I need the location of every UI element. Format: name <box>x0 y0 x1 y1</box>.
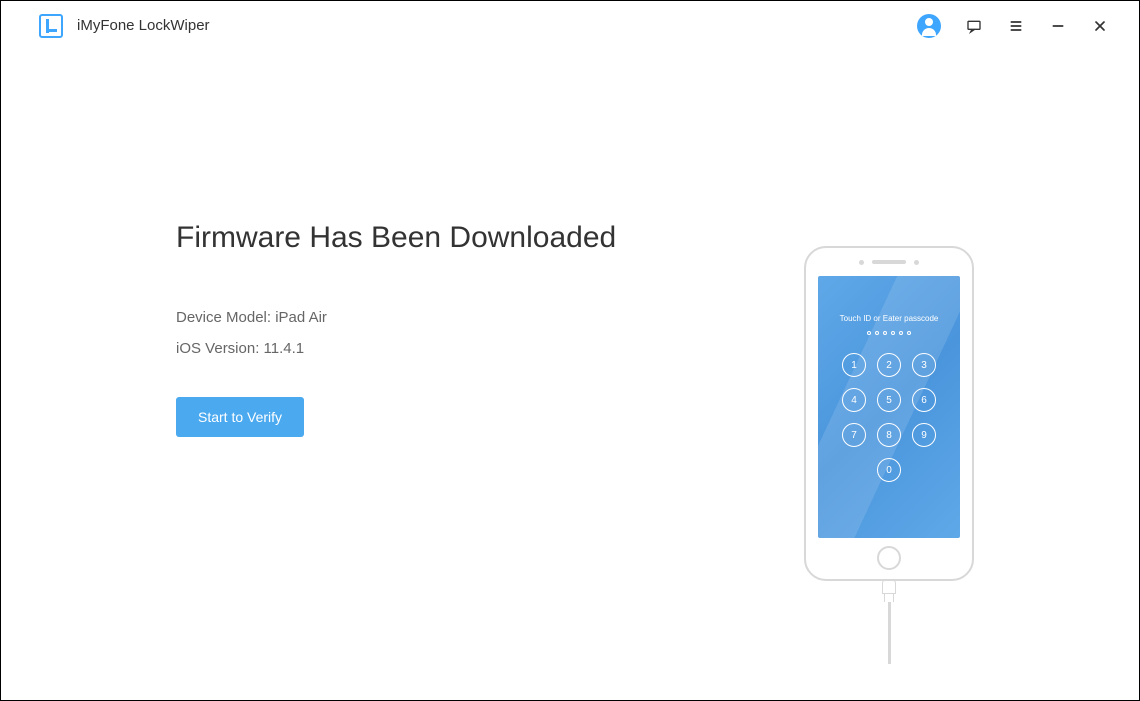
cable-connector-icon <box>882 580 896 594</box>
key-3: 3 <box>912 353 936 377</box>
right-panel: Touch ID or Eater passcode 1 2 3 4 <box>739 221 1039 700</box>
app-logo-icon <box>39 14 63 38</box>
key-5: 5 <box>877 388 901 412</box>
key-2: 2 <box>877 353 901 377</box>
phone-top <box>859 248 919 276</box>
cable-wire-icon <box>888 602 891 664</box>
home-button-icon <box>877 546 901 570</box>
device-model-row: Device Model: iPad Air <box>176 309 739 326</box>
dot-icon <box>907 331 911 335</box>
app-title: iMyFone LockWiper <box>77 17 210 34</box>
menu-icon[interactable] <box>1007 17 1025 35</box>
passcode-dots <box>867 331 911 335</box>
phone-camera-icon <box>859 260 864 265</box>
key-8: 8 <box>877 423 901 447</box>
content-area: Firmware Has Been Downloaded Device Mode… <box>1 51 1139 700</box>
feedback-icon[interactable] <box>965 17 983 35</box>
device-model-value: iPad Air <box>275 309 327 326</box>
account-icon[interactable] <box>917 14 941 38</box>
key-9: 9 <box>912 423 936 447</box>
device-model-label: Device Model: <box>176 309 271 326</box>
dot-icon <box>899 331 903 335</box>
ios-version-value: 11.4.1 <box>264 340 305 357</box>
ios-version-label: iOS Version: <box>176 340 259 357</box>
page-heading: Firmware Has Been Downloaded <box>176 221 739 255</box>
titlebar: iMyFone LockWiper <box>1 1 1139 51</box>
phone-illustration: Touch ID or Eater passcode 1 2 3 4 <box>804 246 974 581</box>
key-1: 1 <box>842 353 866 377</box>
phone-sensor-icon <box>914 260 919 265</box>
ios-version-row: iOS Version: 11.4.1 <box>176 340 739 357</box>
key-0: 0 <box>877 458 901 482</box>
key-4: 4 <box>842 388 866 412</box>
left-panel: Firmware Has Been Downloaded Device Mode… <box>176 221 739 700</box>
keypad: 1 2 3 4 5 6 7 8 9 0 <box>842 353 936 482</box>
close-icon[interactable] <box>1091 17 1109 35</box>
app-window: iMyFone LockWiper <box>0 0 1140 701</box>
dot-icon <box>867 331 871 335</box>
start-verify-button[interactable]: Start to Verify <box>176 397 304 437</box>
cable-illustration <box>882 580 896 664</box>
cable-neck-icon <box>884 594 894 602</box>
titlebar-controls <box>917 14 1109 38</box>
key-7: 7 <box>842 423 866 447</box>
dot-icon <box>875 331 879 335</box>
minimize-icon[interactable] <box>1049 17 1067 35</box>
phone-screen: Touch ID or Eater passcode 1 2 3 4 <box>818 276 960 538</box>
touch-id-text: Touch ID or Eater passcode <box>840 314 939 323</box>
dot-icon <box>891 331 895 335</box>
phone-speaker-icon <box>872 260 906 264</box>
dot-icon <box>883 331 887 335</box>
key-6: 6 <box>912 388 936 412</box>
